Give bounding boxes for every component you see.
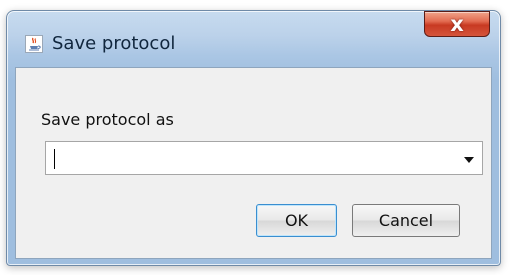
text-cursor	[54, 149, 55, 169]
save-protocol-dialog: Save protocol x Save protocol as OK Canc…	[6, 10, 501, 266]
title-bar[interactable]: Save protocol x	[7, 11, 500, 67]
java-cup-icon	[25, 35, 43, 53]
close-icon: x	[450, 12, 464, 36]
chevron-down-icon[interactable]	[464, 157, 474, 163]
dialog-title: Save protocol	[52, 33, 176, 54]
save-protocol-as-label: Save protocol as	[41, 110, 174, 129]
protocol-name-combobox[interactable]	[45, 141, 483, 175]
ok-button[interactable]: OK	[256, 204, 337, 237]
dialog-content: Save protocol as OK Cancel	[15, 67, 492, 259]
protocol-name-input[interactable]	[52, 147, 442, 169]
close-button[interactable]: x	[424, 11, 490, 37]
cancel-button[interactable]: Cancel	[352, 204, 460, 237]
